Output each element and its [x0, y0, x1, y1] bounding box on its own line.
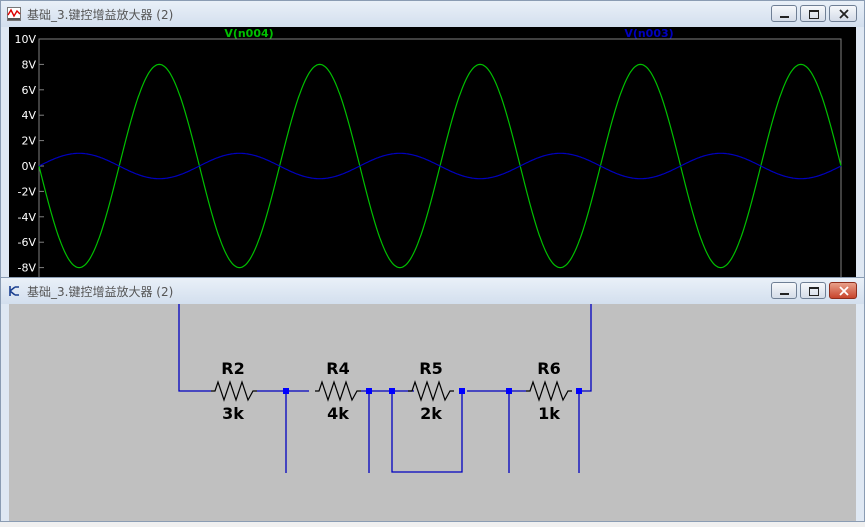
y-tick-label: 6V — [21, 84, 36, 97]
y-tick-label: -8V — [18, 262, 37, 275]
close-icon — [839, 286, 849, 296]
junction-node — [459, 388, 465, 394]
minimize-button[interactable] — [771, 282, 797, 299]
wire-right — [579, 304, 592, 392]
schematic-canvas[interactable]: R2 3k R4 4k R5 2k R6 1k — [9, 304, 856, 521]
minimize-icon — [780, 16, 789, 18]
schematic-svg[interactable]: R2 3k R4 4k R5 2k R6 1k — [9, 304, 858, 523]
schematic-window: 基础_3.键控增益放大器 (2) R2 3k R4 4k R5 2k R6 1k — [0, 277, 865, 522]
y-tick-label: 4V — [21, 109, 36, 122]
y-tick-label: -2V — [18, 185, 37, 198]
resistor-r4-ref: R4 — [326, 359, 349, 378]
junction-node — [506, 388, 512, 394]
junction-node — [576, 388, 582, 394]
resistor-r2-value: 3k — [222, 404, 244, 423]
close-button[interactable] — [829, 5, 857, 22]
minimize-button[interactable] — [771, 5, 797, 22]
waveform-titlebar[interactable]: 基础_3.键控增益放大器 (2) — [1, 1, 864, 27]
trace-legend-label[interactable]: V(n003) — [624, 27, 673, 40]
schematic-titlebar[interactable]: 基础_3.键控增益放大器 (2) — [1, 278, 864, 304]
maximize-button[interactable] — [800, 282, 826, 299]
y-tick-label: 2V — [21, 135, 36, 148]
wire-left — [178, 304, 211, 392]
waveform-plot[interactable]: 10V 8V 6V 4V 2V 0V -2V -4V -6V -8V V(n004) V(n003) — [9, 27, 858, 301]
wires — [178, 304, 592, 473]
waveform-window-title: 基础_3.键控增益放大器 (2) — [27, 8, 174, 22]
y-tick-label: -4V — [18, 211, 37, 224]
junction-node — [389, 388, 395, 394]
schematic-app-icon — [9, 286, 19, 296]
trace-vn003[interactable] — [38, 152, 842, 180]
y-tick-label: 8V — [21, 58, 36, 71]
schematic-window-title: 基础_3.键控增益放大器 (2) — [27, 285, 174, 299]
minimize-icon — [780, 293, 789, 295]
resistor-r2-symbol[interactable] — [211, 380, 257, 402]
resistor-r4-value: 4k — [327, 404, 349, 423]
resistor-r6-symbol[interactable] — [526, 380, 572, 402]
waveform-plot-svg[interactable]: 10V 8V 6V 4V 2V 0V -2V -4V -6V -8V V(n004) V(n003) — [9, 27, 858, 301]
close-icon — [839, 9, 849, 19]
resistor-r5-ref: R5 — [419, 359, 442, 378]
plot-frame — [38, 38, 842, 300]
junction-node — [366, 388, 372, 394]
resistor-r5-value: 2k — [420, 404, 442, 423]
resistor-r2-ref: R2 — [221, 359, 244, 378]
resistor-r6-ref: R6 — [537, 359, 560, 378]
y-tick-label: -6V — [18, 236, 37, 249]
waveform-window: 基础_3.键控增益放大器 (2) 10V 8V 6V 4V 2V 0V -2V -4V -6V -… — [0, 0, 865, 300]
resistor-r4-symbol[interactable] — [315, 380, 361, 402]
junction-node — [283, 388, 289, 394]
maximize-icon — [809, 10, 819, 19]
y-tick-label: 10V — [14, 33, 36, 46]
trace-legend-label[interactable]: V(n004) — [224, 27, 273, 40]
waveform-app-icon — [7, 7, 21, 21]
y-tick-label: 0V — [21, 160, 36, 173]
resistor-r5-symbol[interactable] — [408, 380, 454, 402]
close-button[interactable] — [829, 282, 857, 299]
resistor-r6-value: 1k — [538, 404, 560, 423]
maximize-button[interactable] — [800, 5, 826, 22]
maximize-icon — [809, 287, 819, 296]
